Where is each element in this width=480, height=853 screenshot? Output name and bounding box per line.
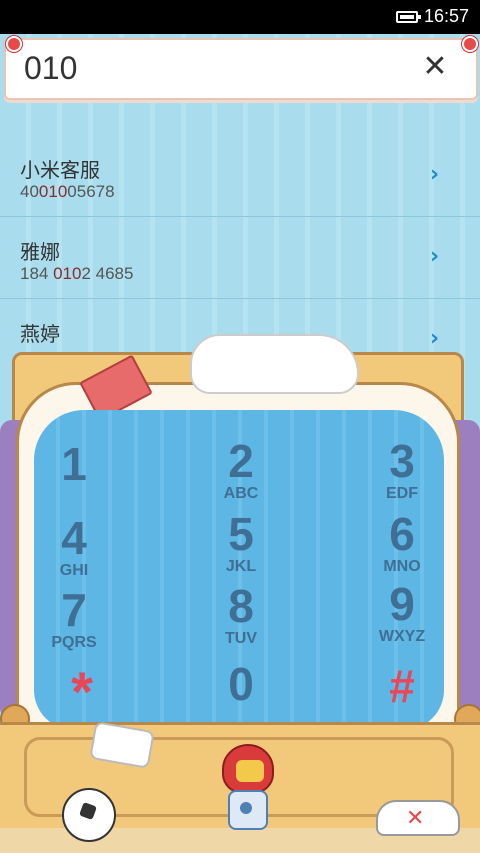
contact-name: 雅娜: [20, 240, 60, 264]
key-6[interactable]: 6 MNO: [352, 510, 452, 576]
key-9[interactable]: 9 WXYZ: [352, 580, 452, 646]
key-5[interactable]: 5 JKL: [191, 510, 291, 576]
contact-row[interactable]: 小米客服 4001005678 ›: [0, 134, 480, 217]
contact-name: 小米客服: [20, 158, 100, 182]
battery-icon: [396, 11, 421, 23]
key-7[interactable]: 7 PQRS: [24, 586, 124, 652]
sneaker-icon: ✕: [376, 800, 460, 836]
key-0[interactable]: 0: [191, 660, 291, 708]
soccer-ball-icon: [62, 788, 116, 842]
status-bar: 16:57: [0, 0, 480, 34]
close-icon[interactable]: ✕: [420, 52, 450, 82]
key-1[interactable]: 1: [24, 440, 124, 488]
chevron-right-icon[interactable]: ›: [430, 244, 439, 269]
pillow-image: [190, 334, 359, 394]
ironman-character-icon: [218, 744, 274, 834]
key-2[interactable]: 2 ABC: [191, 437, 291, 503]
contact-row[interactable]: 雅娜 184 0102 4685 ›: [0, 216, 480, 299]
pin-icon: [462, 36, 478, 52]
status-time: 16:57: [424, 6, 470, 26]
key-star[interactable]: *: [32, 664, 132, 720]
pin-icon: [6, 36, 22, 52]
key-3[interactable]: 3 EDF: [352, 437, 452, 503]
contact-number: 184 0102 4685: [20, 264, 134, 283]
contact-number: 4001005678: [20, 182, 115, 201]
chevron-right-icon[interactable]: ›: [430, 162, 439, 187]
key-4[interactable]: 4 GHI: [24, 514, 124, 580]
key-8[interactable]: 8 TUV: [191, 582, 291, 648]
dialed-number[interactable]: 010: [24, 50, 77, 87]
key-hash[interactable]: #: [352, 662, 452, 710]
